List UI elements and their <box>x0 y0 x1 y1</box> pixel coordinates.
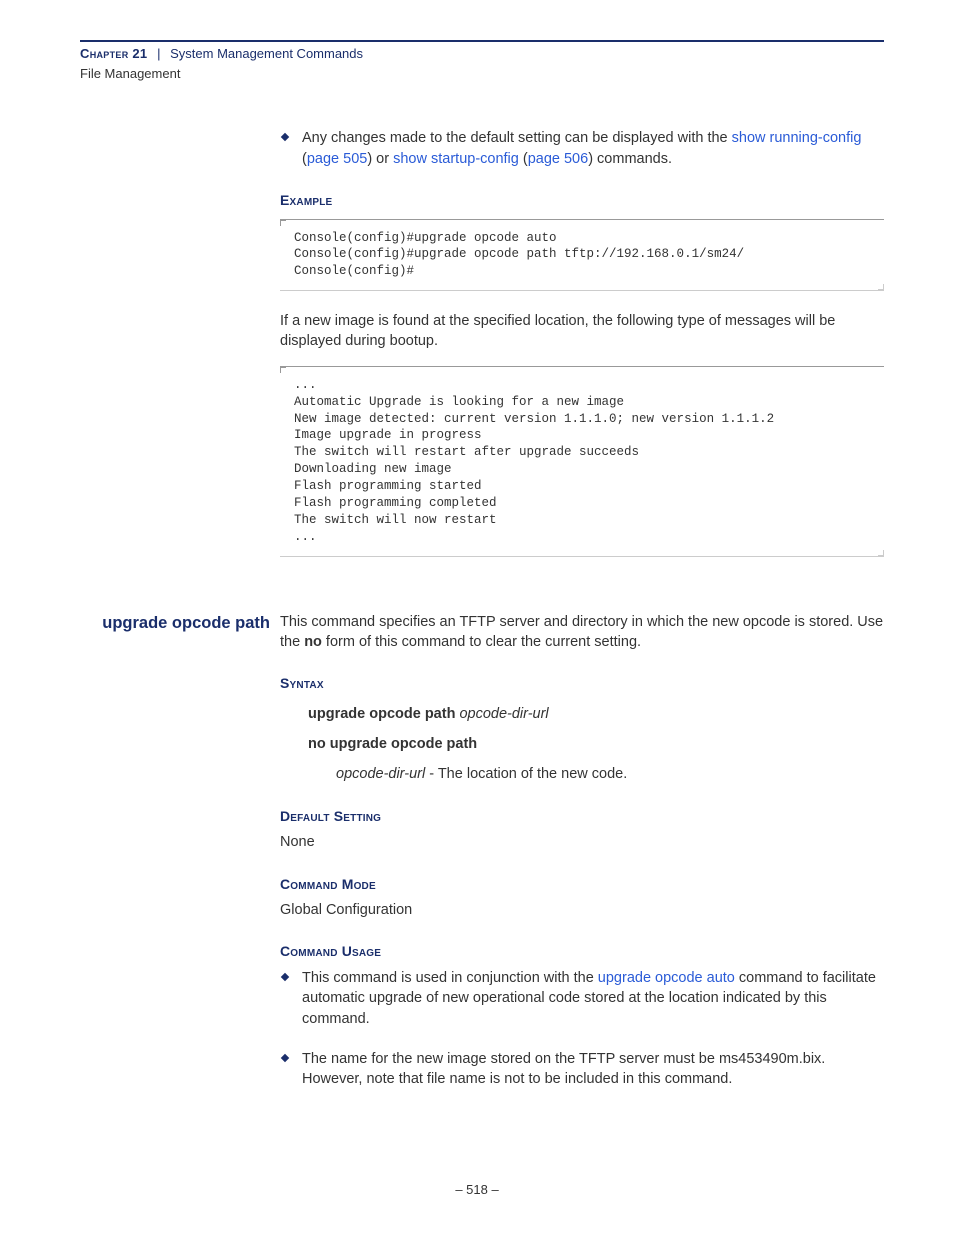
command-description: This command specifies an TFTP server an… <box>280 612 884 653</box>
text: form of this command to clear the curren… <box>322 634 641 650</box>
usage-bullet-1: This command is used in conjunction with… <box>280 968 884 1029</box>
text: This command is used in conjunction with… <box>302 970 598 986</box>
usage-bullet-2: The name for the new image stored on the… <box>280 1049 884 1090</box>
syntax-line-1: upgrade opcode path opcode-dir-url <box>308 704 884 724</box>
link-page-505[interactable]: page 505 <box>307 151 367 167</box>
page-header: Chapter 21 | System Management Commands <box>80 45 884 63</box>
bullet-text: Any changes made to the default setting … <box>302 128 884 169</box>
example-code-block: Console(config)#upgrade opcode auto Cons… <box>280 219 884 292</box>
text-italic: opcode-dir-url <box>336 766 425 782</box>
link-page-506[interactable]: page 506 <box>528 151 588 167</box>
syntax-description: opcode-dir-url - The location of the new… <box>336 764 884 784</box>
default-setting-body: None <box>280 832 884 852</box>
text: ( <box>519 151 528 167</box>
page-number: – 518 – <box>0 1181 954 1199</box>
link-show-startup-config[interactable]: show startup-config <box>393 151 519 167</box>
header-divider: | <box>151 46 166 61</box>
syntax-line-2: no upgrade opcode path <box>308 734 884 754</box>
command-title: upgrade opcode path <box>80 612 280 635</box>
diamond-bullet-icon <box>280 972 290 982</box>
bootup-code-block: ... Automatic Upgrade is looking for a n… <box>280 366 884 557</box>
text: ) or <box>367 151 393 167</box>
bootup-paragraph: If a new image is found at the specified… <box>280 311 884 352</box>
bullet-item: Any changes made to the default setting … <box>280 128 884 169</box>
link-upgrade-opcode-auto[interactable]: upgrade opcode auto <box>598 970 735 986</box>
chapter-label: Chapter 21 <box>80 46 147 61</box>
text: Any changes made to the default setting … <box>302 130 732 146</box>
default-setting-heading: Default Setting <box>280 807 884 827</box>
command-usage-heading: Command Usage <box>280 942 884 962</box>
link-show-running-config[interactable]: show running-config <box>732 130 862 146</box>
command-mode-body: Global Configuration <box>280 900 884 920</box>
header-subtitle: File Management <box>80 65 884 83</box>
text: - The location of the new code. <box>425 766 627 782</box>
bullet-text: The name for the new image stored on the… <box>302 1049 884 1090</box>
syntax-heading: Syntax <box>280 674 884 694</box>
section-title: System Management Commands <box>170 46 363 61</box>
text-bold: no <box>304 634 322 650</box>
text: ) commands. <box>588 151 672 167</box>
command-mode-heading: Command Mode <box>280 875 884 895</box>
text-bold: upgrade opcode path <box>308 706 459 722</box>
diamond-bullet-icon <box>280 132 290 142</box>
example-heading: Example <box>280 191 884 211</box>
diamond-bullet-icon <box>280 1053 290 1063</box>
text-italic: opcode-dir-url <box>459 706 548 722</box>
bullet-text: This command is used in conjunction with… <box>302 968 884 1029</box>
